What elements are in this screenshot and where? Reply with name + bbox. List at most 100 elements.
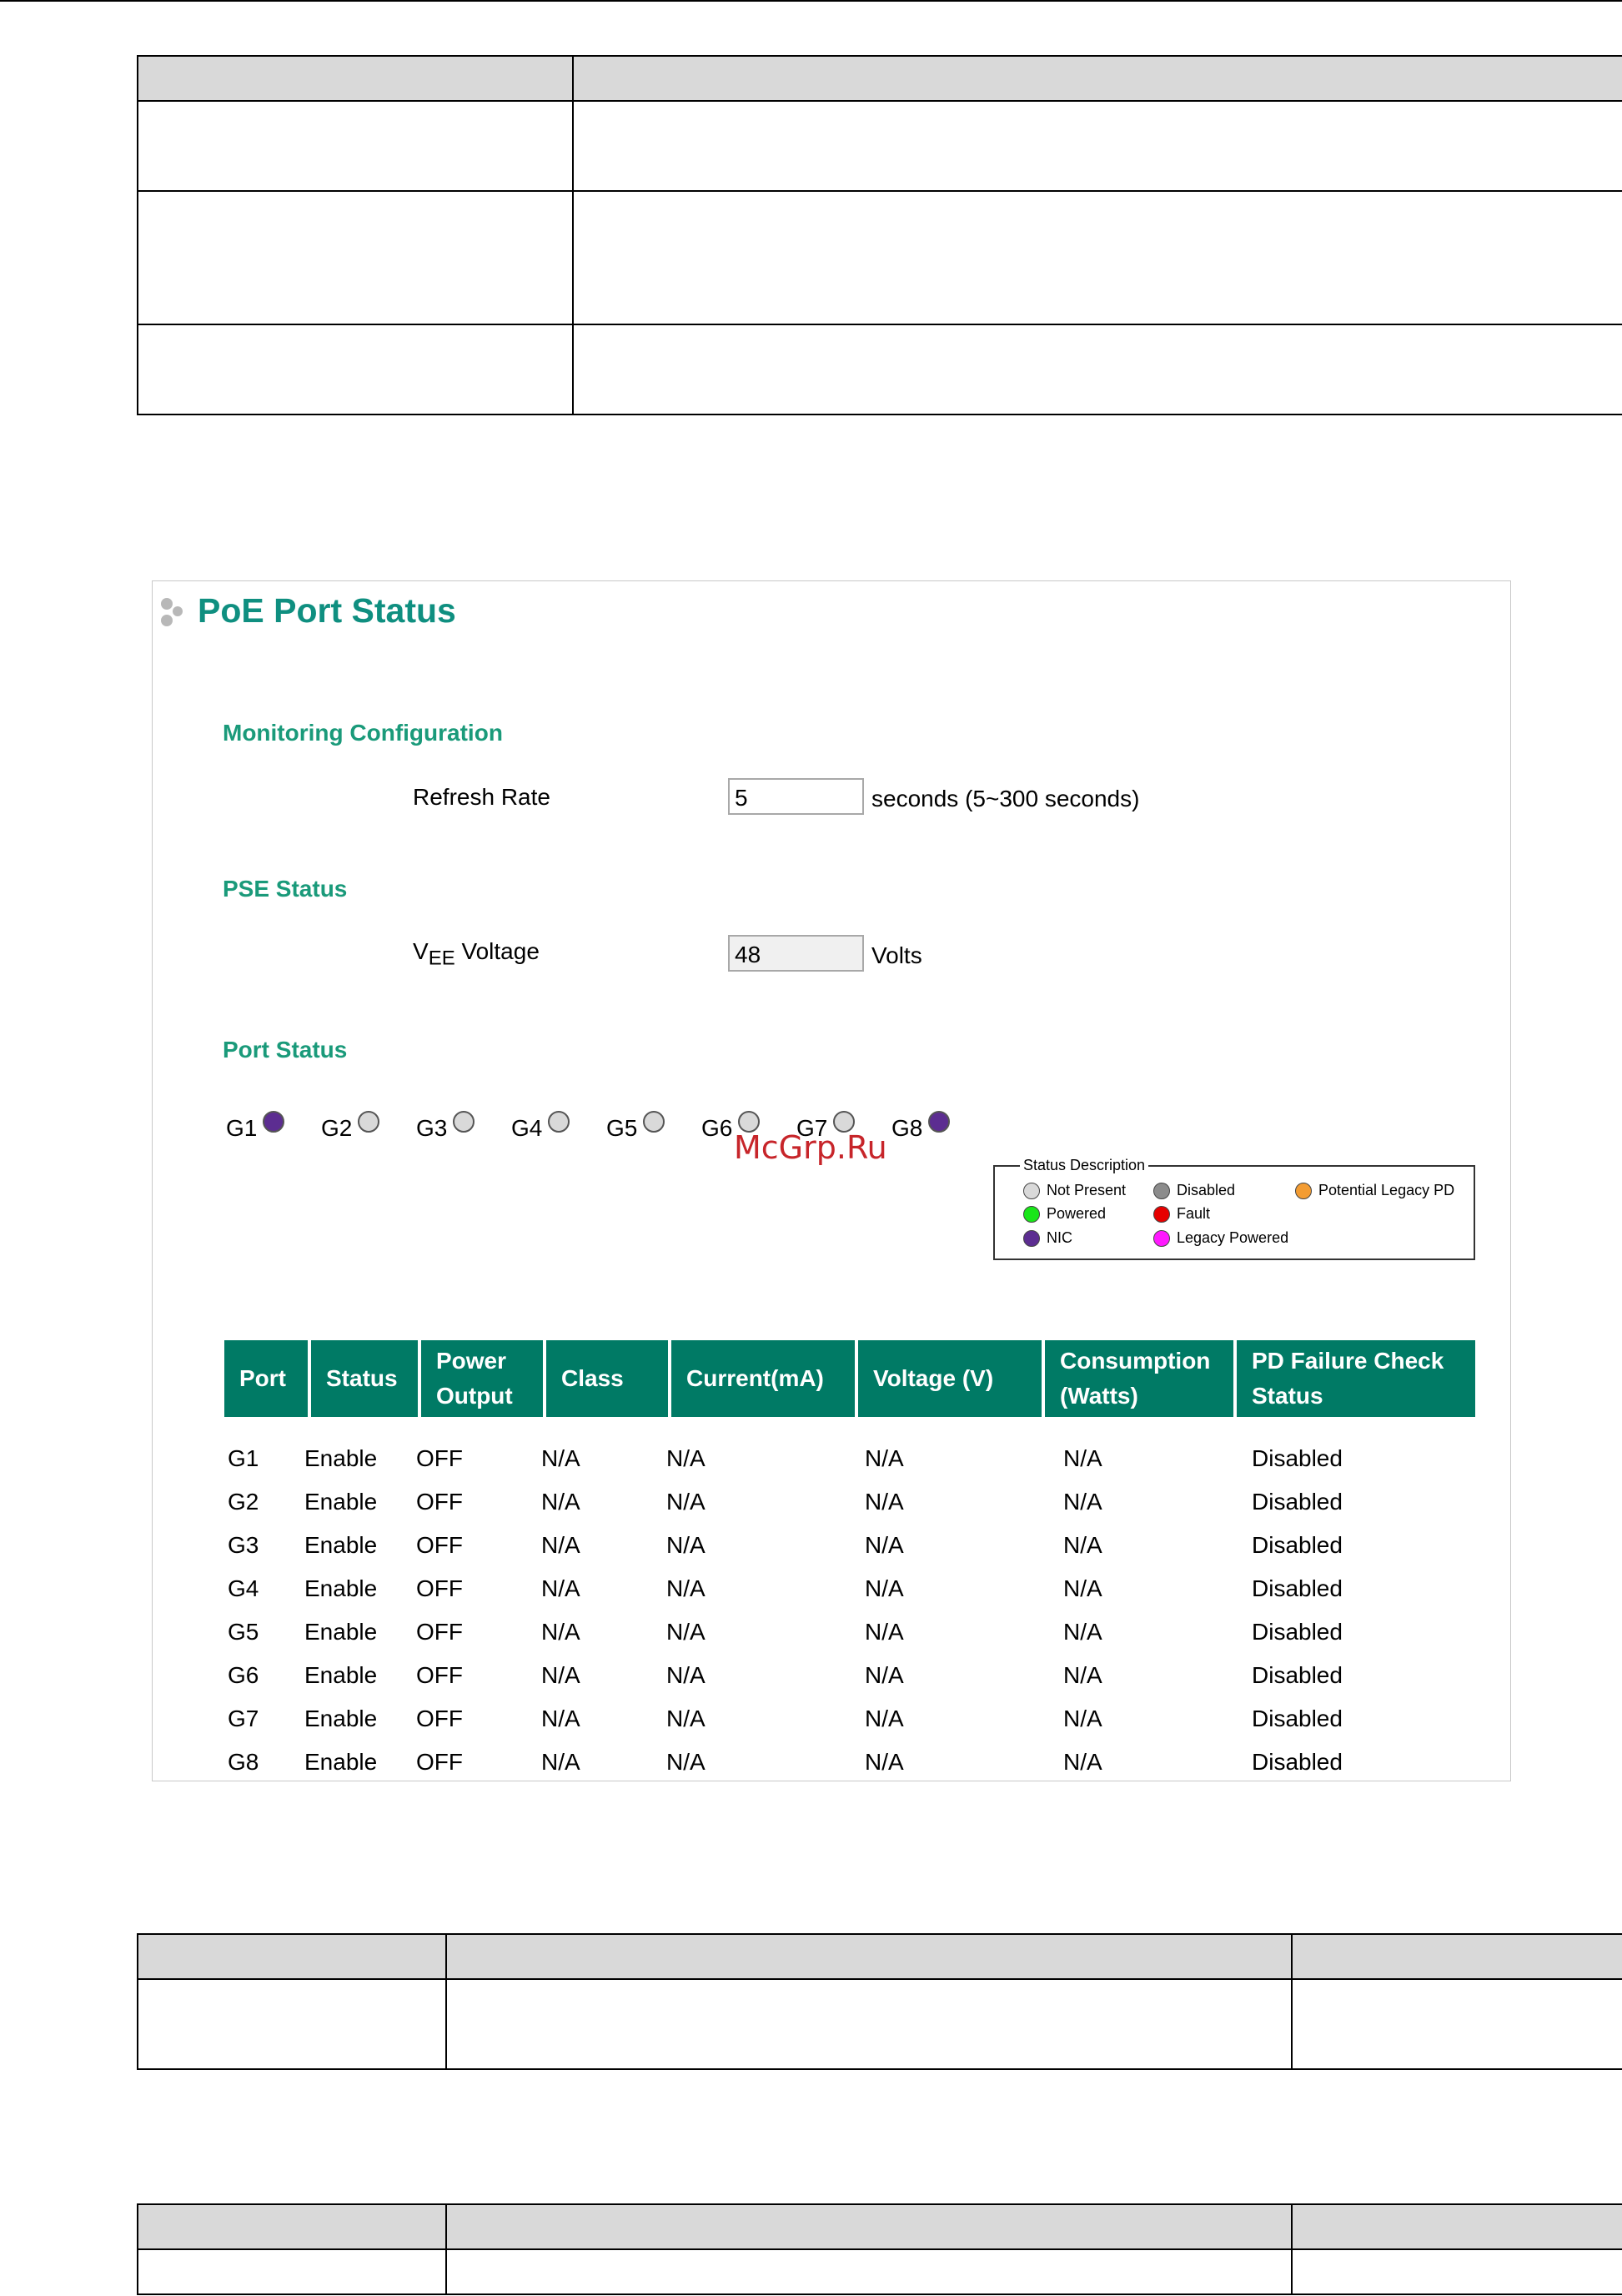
cell-consumption: N/A [1063, 1749, 1102, 1775]
section-monitoring-configuration: Monitoring Configuration [223, 720, 503, 746]
cell-consumption: N/A [1063, 1706, 1102, 1731]
cell-voltage: N/A [865, 1706, 904, 1731]
legend-title: Status Description [1020, 1157, 1149, 1174]
column-header-pd-failure-check: PD Failure Check Status [1237, 1340, 1475, 1417]
cell-power-output: OFF [416, 1532, 463, 1558]
legend-item-legacy-powered: Legacy Powered [1153, 1229, 1288, 1247]
legend-item-powered: Powered [1023, 1205, 1106, 1223]
not-present-icon [1023, 1182, 1040, 1199]
powered-icon [1023, 1205, 1040, 1223]
cell-power-output: OFF [416, 1575, 463, 1601]
cell-power-output: OFF [416, 1662, 463, 1688]
doc-table-bottom [137, 2203, 1622, 2295]
cell-pd-failure: Disabled [1252, 1706, 1343, 1731]
cell-consumption: N/A [1063, 1619, 1102, 1645]
cell-current: N/A [666, 1445, 706, 1471]
cell-voltage: N/A [865, 1749, 904, 1775]
port-label-g4: G4 [511, 1115, 543, 1141]
cell-current: N/A [666, 1662, 706, 1688]
doc-table-middle [137, 1933, 1622, 2070]
column-header-port: Port [224, 1340, 308, 1417]
port-led-g8[interactable] [928, 1111, 950, 1133]
port-label-g2: G2 [321, 1115, 353, 1141]
vee-voltage-field: 48 [728, 935, 864, 972]
cell-pd-failure: Disabled [1252, 1619, 1343, 1645]
table-row [137, 190, 1622, 325]
cell-class: N/A [541, 1575, 580, 1601]
table-row [137, 2248, 1622, 2295]
vee-voltage-unit: Volts [871, 942, 922, 968]
cell-port: G8 [228, 1749, 259, 1775]
cell-status: Enable [304, 1749, 378, 1775]
cell-current: N/A [666, 1532, 706, 1558]
port-led-g5[interactable] [643, 1111, 665, 1133]
section-port-status: Port Status [223, 1037, 348, 1063]
cell-pd-failure: Disabled [1252, 1489, 1343, 1515]
port-label-g1: G1 [226, 1115, 258, 1141]
cell-port: G1 [228, 1445, 259, 1471]
legend-item-not-present: Not Present [1023, 1182, 1126, 1199]
legend-item-fault: Fault [1153, 1205, 1210, 1223]
cell-class: N/A [541, 1489, 580, 1515]
top-rule [0, 0, 1622, 2]
legend-item-nic: NIC [1023, 1229, 1072, 1247]
cell-status: Enable [304, 1445, 378, 1471]
cell-power-output: OFF [416, 1749, 463, 1775]
section-pse-status: PSE Status [223, 876, 348, 902]
cell-status: Enable [304, 1619, 378, 1645]
column-header-power-output: Power Output [421, 1340, 543, 1417]
doc-table-top [137, 55, 1622, 415]
cell-consumption: N/A [1063, 1532, 1102, 1558]
cell-status: Enable [304, 1489, 378, 1515]
cell-status: Enable [304, 1706, 378, 1731]
port-led-g2[interactable] [358, 1111, 379, 1133]
cell-status: Enable [304, 1662, 378, 1688]
table-header-row [137, 2203, 1622, 2250]
cell-voltage: N/A [865, 1445, 904, 1471]
cell-port: G2 [228, 1489, 259, 1515]
refresh-rate-input[interactable]: 5 [728, 778, 864, 815]
cell-power-output: OFF [416, 1619, 463, 1645]
column-header-consumption: Consumption (Watts) [1045, 1340, 1233, 1417]
cell-pd-failure: Disabled [1252, 1532, 1343, 1558]
port-led-g4[interactable] [548, 1111, 570, 1133]
page-title: PoE Port Status [198, 591, 456, 630]
table-header-row [137, 1933, 1622, 1980]
legacy-powered-icon [1153, 1229, 1170, 1247]
cell-consumption: N/A [1063, 1445, 1102, 1471]
cell-consumption: N/A [1063, 1575, 1102, 1601]
column-header-current: Current(mA) [671, 1340, 855, 1417]
cell-port: G6 [228, 1662, 259, 1688]
cell-consumption: N/A [1063, 1662, 1102, 1688]
watermark: McGrp.Ru [734, 1129, 887, 1166]
cell-current: N/A [666, 1749, 706, 1775]
cell-class: N/A [541, 1662, 580, 1688]
port-led-g1[interactable] [263, 1111, 284, 1133]
cell-voltage: N/A [865, 1619, 904, 1645]
port-label-g3: G3 [416, 1115, 448, 1141]
cell-current: N/A [666, 1575, 706, 1601]
cell-class: N/A [541, 1532, 580, 1558]
cell-voltage: N/A [865, 1575, 904, 1601]
port-label-g5: G5 [606, 1115, 638, 1141]
title-dots-icon [161, 596, 194, 630]
cell-port: G3 [228, 1532, 259, 1558]
cell-class: N/A [541, 1619, 580, 1645]
cell-current: N/A [666, 1489, 706, 1515]
cell-class: N/A [541, 1445, 580, 1471]
poe-port-status-panel: PoE Port Status Monitoring Configuration… [152, 580, 1511, 1781]
cell-port: G7 [228, 1706, 259, 1731]
port-led-g3[interactable] [453, 1111, 475, 1133]
cell-pd-failure: Disabled [1252, 1662, 1343, 1688]
column-header-voltage: Voltage (V) [858, 1340, 1042, 1417]
cell-power-output: OFF [416, 1706, 463, 1731]
cell-port: G5 [228, 1619, 259, 1645]
cell-status: Enable [304, 1532, 378, 1558]
status-description-legend: Status Description Not Present Disabled … [993, 1157, 1475, 1260]
cell-pd-failure: Disabled [1252, 1749, 1343, 1775]
table-row [137, 100, 1622, 192]
refresh-rate-unit: seconds (5~300 seconds) [871, 786, 1140, 811]
cell-current: N/A [666, 1706, 706, 1731]
legend-item-potential-legacy-pd: Potential Legacy PD [1295, 1182, 1454, 1199]
cell-power-output: OFF [416, 1489, 463, 1515]
